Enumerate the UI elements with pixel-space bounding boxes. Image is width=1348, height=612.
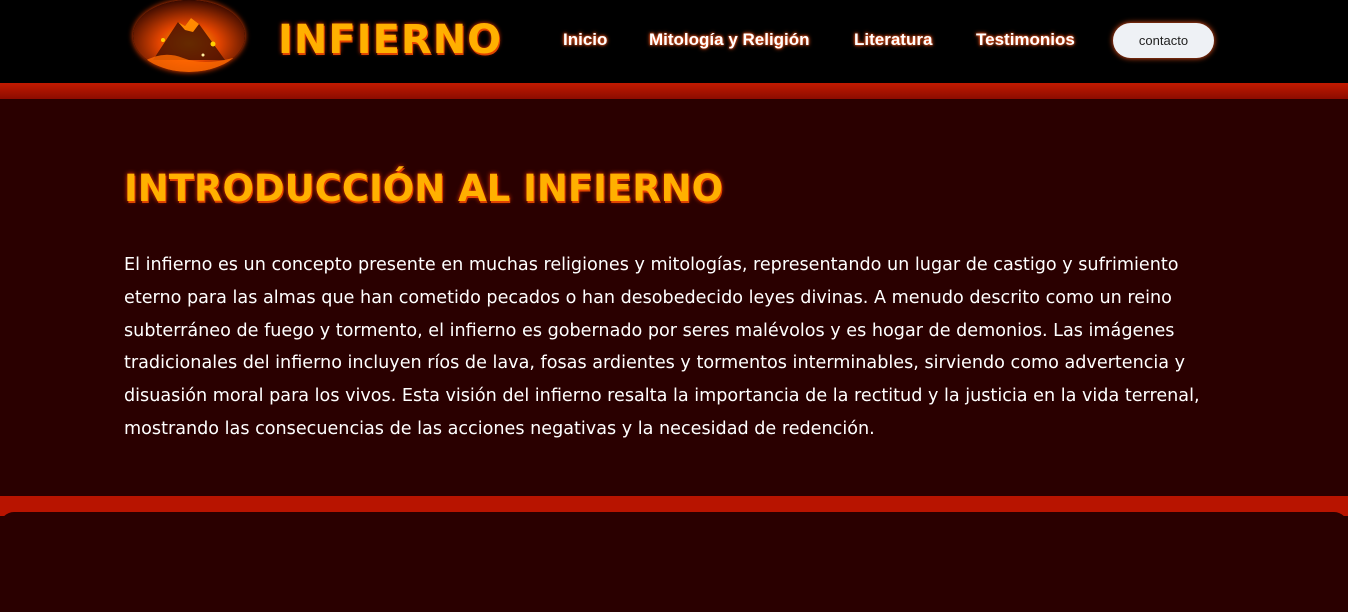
next-section xyxy=(0,512,1348,612)
site-title[interactable]: INFIERNO xyxy=(278,14,502,66)
nav-divider xyxy=(0,83,1348,99)
logo-image[interactable] xyxy=(133,0,245,72)
volcano-icon xyxy=(133,0,245,72)
nav-link-inicio[interactable]: Inicio xyxy=(563,28,607,52)
nav-link-literatura[interactable]: Literatura xyxy=(854,28,932,52)
nav-link-mitologia-religion[interactable]: Mitología y Religión xyxy=(649,28,810,52)
contact-button[interactable]: contacto xyxy=(1113,23,1214,58)
navbar: INFIERNO Inicio Mitología y Religión Lit… xyxy=(0,0,1348,83)
intro-paragraph: El infierno es un concepto presente en m… xyxy=(124,255,1200,439)
intro-title: INTRODUCCIÓN AL INFIERNO xyxy=(124,167,724,210)
nav-link-testimonios[interactable]: Testimonios xyxy=(976,28,1075,52)
